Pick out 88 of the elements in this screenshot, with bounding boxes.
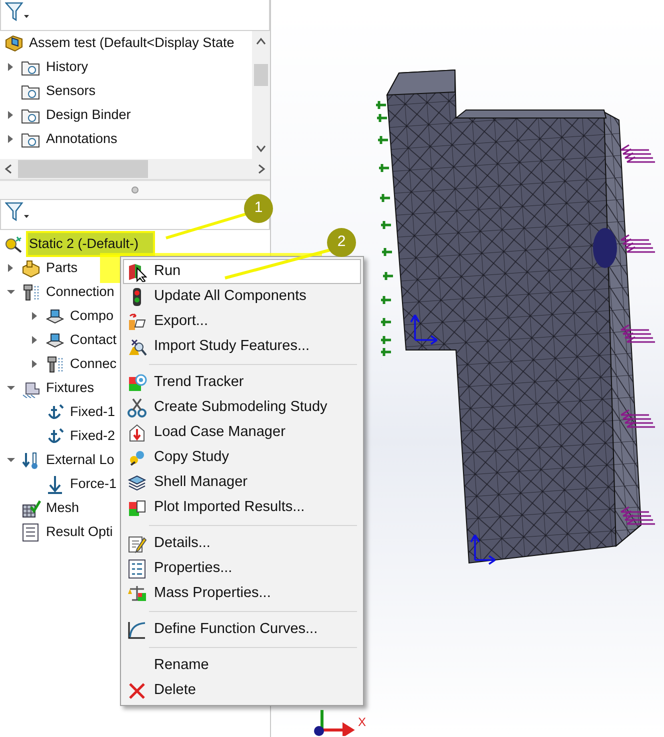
filter-icon[interactable] xyxy=(5,1,30,22)
tree-item[interactable]: External Lo xyxy=(45,448,116,472)
horizontal-scrollbar[interactable] xyxy=(0,159,270,179)
force-marker xyxy=(620,144,656,163)
tree-item[interactable]: Annotations xyxy=(45,128,118,150)
menu-item[interactable]: Export... xyxy=(123,309,361,334)
fixture-marker xyxy=(380,246,394,258)
bolt-icon xyxy=(21,283,41,301)
tree-item[interactable]: Fixed-1 xyxy=(69,400,116,424)
tree-item[interactable]: Connection xyxy=(45,280,116,304)
component-icon xyxy=(45,331,65,349)
list-icon xyxy=(21,523,41,541)
tree-item[interactable]: Mesh xyxy=(45,496,80,520)
tree-item[interactable]: Assem test (Default<Display State xyxy=(28,32,236,54)
fixture-marker xyxy=(378,192,392,204)
menu-item[interactable]: Details... xyxy=(123,531,361,556)
fixture-marker xyxy=(380,220,392,230)
parts-icon xyxy=(21,259,41,277)
coordinate-axes-icon xyxy=(410,314,438,345)
force-marker xyxy=(620,506,656,525)
mesh-icon xyxy=(21,499,41,517)
vertical-scrollbar[interactable] xyxy=(252,31,270,159)
menu-item[interactable]: Define Function Curves... xyxy=(123,617,361,642)
bolt-icon xyxy=(45,355,65,373)
menu-item[interactable]: Rename xyxy=(123,653,361,678)
axis-label: X xyxy=(358,714,366,731)
grip-icon[interactable] xyxy=(131,186,139,194)
coordinate-axes-icon xyxy=(470,534,496,565)
fixture-marker xyxy=(376,112,388,124)
menu-item[interactable]: Trend Tracker xyxy=(123,370,361,395)
menu-item[interactable]: Mass Properties... xyxy=(123,581,361,606)
scale-icon xyxy=(127,584,147,604)
force-arrow-icon xyxy=(45,475,65,493)
menu-item[interactable]: Copy Study xyxy=(123,445,361,470)
filter-icon[interactable] xyxy=(5,200,30,221)
force-marker xyxy=(620,409,656,428)
menu-item[interactable]: Load Case Manager xyxy=(123,420,361,445)
pencil-icon xyxy=(127,534,147,554)
tree-item[interactable]: Sensors xyxy=(45,80,97,102)
tree-item[interactable]: Force-1 xyxy=(69,472,118,496)
layers-icon xyxy=(127,472,147,492)
properties-icon xyxy=(127,558,147,578)
fixture-marker xyxy=(380,294,392,306)
tree-item[interactable]: Static 2 (-Default-) xyxy=(28,232,153,256)
scissors-icon xyxy=(127,398,147,418)
tree-item[interactable]: Design Binder xyxy=(45,104,132,126)
force-marker xyxy=(620,324,656,343)
import-icon xyxy=(127,336,147,356)
menu-item[interactable]: Run xyxy=(123,259,361,284)
tree-item[interactable]: Fixtures xyxy=(45,376,96,400)
tree-item[interactable]: Connec xyxy=(69,352,118,376)
tree-item[interactable]: Result Opti xyxy=(45,520,114,544)
tree-item[interactable]: Compo xyxy=(69,304,115,328)
fixture-marker xyxy=(382,270,394,282)
menu-item[interactable]: Create Submodeling Study xyxy=(123,395,361,420)
menu-item[interactable]: Update All Components xyxy=(123,284,361,309)
trend-icon xyxy=(127,372,147,392)
fixture-marker xyxy=(378,162,390,174)
run-icon xyxy=(127,262,147,282)
fixture-marker xyxy=(380,334,392,346)
curve-icon xyxy=(127,620,147,640)
tree-item[interactable]: Fixed-2 xyxy=(69,424,116,448)
scroll-up-icon[interactable] xyxy=(256,37,266,45)
delete-icon xyxy=(127,680,147,700)
menu-item[interactable]: Import Study Features... xyxy=(123,334,361,359)
tree-item[interactable]: History xyxy=(45,56,90,78)
scroll-right-icon[interactable] xyxy=(258,164,266,174)
menu-item[interactable]: Properties... xyxy=(123,556,361,581)
tree-item[interactable]: Parts xyxy=(45,256,79,280)
assembly-icon xyxy=(4,34,24,52)
force-marker xyxy=(620,234,656,253)
export-icon xyxy=(127,312,147,332)
scroll-down-icon[interactable] xyxy=(256,145,266,153)
plot-icon xyxy=(127,498,147,518)
load-case-icon xyxy=(127,422,147,442)
component-icon xyxy=(45,307,65,325)
fixture-marker xyxy=(376,134,390,146)
fixture-marker xyxy=(380,316,392,328)
tree-item[interactable]: Contact xyxy=(69,328,118,352)
menu-item[interactable]: Plot Imported Results... xyxy=(123,495,361,520)
menu-item[interactable]: Delete xyxy=(123,678,361,703)
scrollbar-thumb[interactable] xyxy=(18,160,148,178)
scrollbar-thumb[interactable] xyxy=(254,64,268,86)
study-icon xyxy=(4,235,24,253)
scroll-left-icon[interactable] xyxy=(4,164,12,174)
fixture-marker xyxy=(374,100,388,110)
menu-item[interactable]: Shell Manager xyxy=(123,470,361,495)
fixture-marker xyxy=(380,346,392,358)
